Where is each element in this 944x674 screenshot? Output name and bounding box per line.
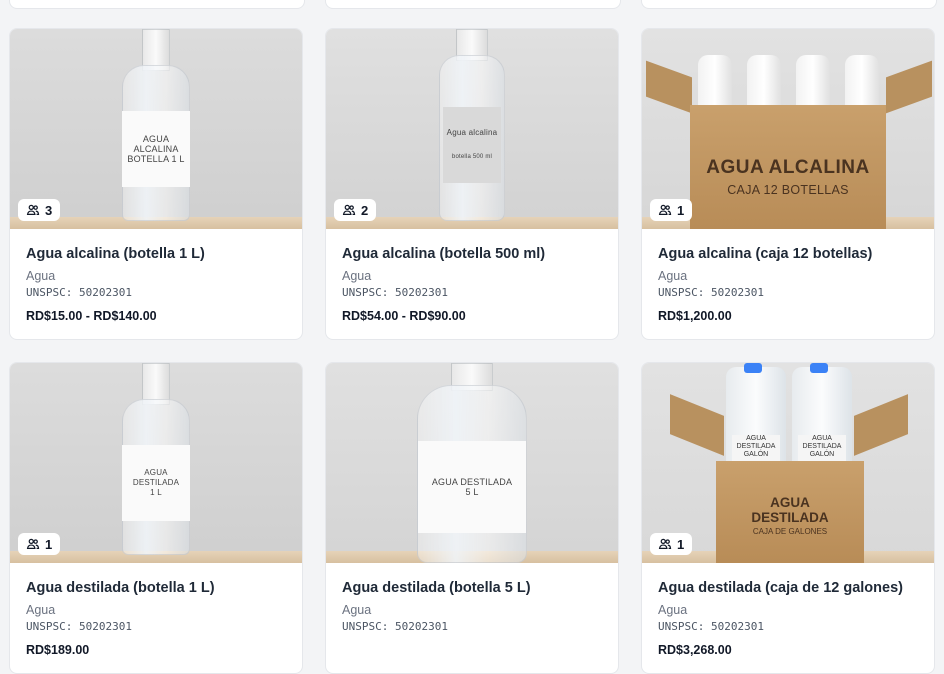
product-image: AGUA ALCALINA CAJA 12 BOTELLAS 1 — [642, 29, 934, 229]
users-icon — [658, 204, 672, 215]
users-icon — [342, 204, 356, 215]
product-unspsc: UNSPSC: 50202301 — [342, 620, 448, 633]
product-price: RD$3,268.00 — [658, 643, 732, 657]
product-title[interactable]: Agua destilada (botella 1 L) — [26, 580, 215, 596]
label-text: AGUA DESTILADA — [431, 477, 513, 487]
box-flap — [886, 60, 932, 114]
box-flap — [646, 60, 692, 114]
supplier-count-badge: 1 — [650, 533, 693, 555]
product-title[interactable]: Agua alcalina (botella 500 ml) — [342, 246, 545, 262]
supplier-count-badge: 1 — [18, 533, 61, 555]
bottle-label: AGUA ALCALINA BOTELLA 1 L — [122, 111, 190, 187]
supplier-count: 1 — [677, 202, 685, 218]
product-card[interactable]: Agua alcalina botella 500 ml 2 Agua alca… — [325, 28, 619, 340]
label-text: 1 L — [150, 488, 162, 497]
product-title[interactable]: Agua alcalina (caja 12 botellas) — [658, 246, 872, 262]
product-title[interactable]: Agua alcalina (botella 1 L) — [26, 246, 205, 262]
label-text: AGUA DESTILADA — [132, 468, 180, 487]
supplier-count: 1 — [677, 536, 685, 552]
users-icon — [658, 538, 672, 549]
supplier-count: 1 — [45, 536, 53, 552]
supplier-count: 3 — [45, 202, 53, 218]
product-image: AGUA DESTILADA 1 L 1 — [10, 363, 302, 563]
product-card-partial[interactable] — [641, 0, 937, 9]
product-card-partial[interactable] — [9, 0, 305, 9]
cardboard-box: AGUA ALCALINA CAJA 12 BOTELLAS — [690, 105, 886, 229]
product-card[interactable]: AGUA ALCALINA BOTELLA 1 L 3 Agua alcalin… — [9, 28, 303, 340]
box-label: DESTILADA — [751, 510, 829, 525]
product-category: Agua — [26, 603, 56, 617]
product-unspsc: UNSPSC: 50202301 — [342, 286, 448, 299]
users-icon — [26, 538, 40, 549]
box-flap — [670, 394, 724, 456]
jug-cap — [744, 363, 762, 373]
product-unspsc: UNSPSC: 50202301 — [26, 286, 132, 299]
cardboard-box: AGUA DESTILADA CAJA DE GALONES — [716, 461, 864, 563]
jug-cap — [810, 363, 828, 373]
product-card-partial[interactable] — [325, 0, 621, 9]
product-card[interactable]: AGUA DESTILADA 5 L Agua destilada (botel… — [325, 362, 619, 674]
supplier-count-badge: 1 — [650, 199, 693, 221]
product-unspsc: UNSPSC: 50202301 — [26, 620, 132, 633]
product-title[interactable]: Agua destilada (caja de 12 galones) — [658, 580, 903, 596]
supplier-count-badge: 2 — [334, 199, 377, 221]
product-category: Agua — [658, 269, 688, 283]
bottle-label: Agua alcalina botella 500 ml — [443, 107, 501, 183]
water-jug: AGUA DESTILADA GALÓN — [792, 363, 852, 463]
product-category: Agua — [342, 269, 372, 283]
product-unspsc: UNSPSC: 50202301 — [658, 286, 764, 299]
label-text: botella 500 ml — [451, 154, 493, 160]
product-price: RD$54.00 - RD$90.00 — [342, 309, 466, 323]
users-icon — [26, 204, 40, 215]
supplier-count: 2 — [361, 202, 369, 218]
supplier-count-badge: 3 — [18, 199, 61, 221]
box-label: CAJA DE GALONES — [752, 527, 828, 536]
product-card[interactable]: AGUA DESTILADA 1 L 1 Agua destilada (bot… — [9, 362, 303, 674]
jug-label: AGUA DESTILADA GALÓN — [732, 435, 780, 461]
jug-label: AGUA DESTILADA GALÓN — [798, 435, 846, 461]
box-label: AGUA ALCALINA — [706, 157, 870, 178]
bottle-label: AGUA DESTILADA 5 L — [418, 441, 526, 533]
product-category: Agua — [342, 603, 372, 617]
product-card[interactable]: AGUA DESTILADA GALÓN AGUA DESTILADA GALÓN AG… — [641, 362, 935, 674]
label-text: Agua alcalina — [446, 128, 498, 137]
label-text: AGUA ALCALINA — [133, 134, 179, 154]
product-unspsc: UNSPSC: 50202301 — [658, 620, 764, 633]
product-category: Agua — [658, 603, 688, 617]
product-image: AGUA ALCALINA BOTELLA 1 L 3 — [10, 29, 302, 229]
box-label: CAJA 12 BOTELLAS — [727, 183, 849, 197]
water-jug: AGUA DESTILADA GALÓN — [726, 363, 786, 463]
product-image: Agua alcalina botella 500 ml 2 — [326, 29, 618, 229]
product-category: Agua — [26, 269, 56, 283]
product-title[interactable]: Agua destilada (botella 5 L) — [342, 580, 531, 596]
product-image: AGUA DESTILADA GALÓN AGUA DESTILADA GALÓN AG… — [642, 363, 934, 563]
bottle-label: AGUA DESTILADA 1 L — [122, 445, 190, 521]
box-label: AGUA — [770, 495, 810, 510]
product-card[interactable]: AGUA ALCALINA CAJA 12 BOTELLAS 1 Agua al… — [641, 28, 935, 340]
product-image: AGUA DESTILADA 5 L — [326, 363, 618, 563]
product-price: RD$1,200.00 — [658, 309, 732, 323]
label-text: BOTELLA 1 L — [127, 154, 185, 164]
label-text: 5 L — [465, 487, 479, 497]
product-price: RD$189.00 — [26, 643, 90, 657]
box-flap — [854, 394, 908, 456]
product-price: RD$15.00 - RD$140.00 — [26, 309, 157, 323]
